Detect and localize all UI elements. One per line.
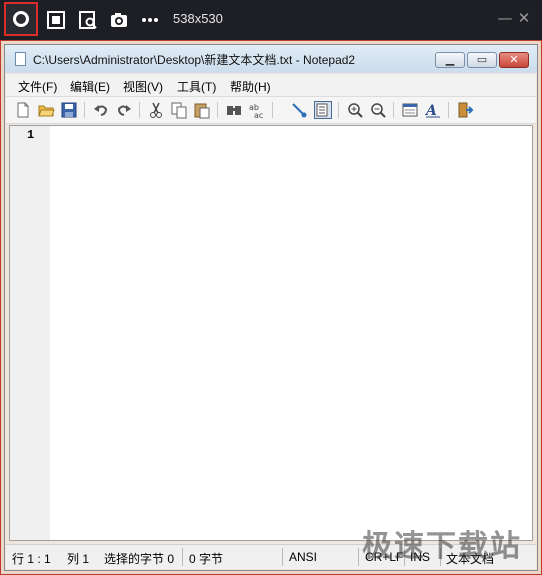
- line-number: 1: [27, 128, 35, 142]
- status-column: 列 1: [67, 552, 90, 566]
- menu-file[interactable]: 文件(F): [18, 78, 57, 95]
- menu-view[interactable]: 视图(V): [123, 78, 163, 95]
- maximize-glyph-icon: ▭: [476, 53, 488, 66]
- replace-icon[interactable]: ab ac: [248, 101, 266, 120]
- word-wrap-icon[interactable]: [290, 101, 308, 119]
- close-button[interactable]: ✕: [499, 52, 529, 68]
- undo-icon[interactable]: [92, 101, 110, 119]
- exit-icon[interactable]: [456, 101, 474, 119]
- zoom-out-icon[interactable]: [369, 101, 387, 119]
- find-icon[interactable]: [225, 101, 243, 119]
- toolbar-separator: [272, 102, 273, 118]
- minimize-icon[interactable]: —: [497, 10, 513, 26]
- window-title: C:\Users\Administrator\Desktop\新建文本文档.tx…: [33, 53, 356, 67]
- status-position: 行 1 : 1: [12, 552, 51, 566]
- site-watermark: 极速下载站: [362, 529, 522, 564]
- notepad2-window: C:\Users\Administrator\Desktop\新建文本文档.tx…: [0, 40, 542, 575]
- capture-toolbar: 538x530 — ✕: [0, 0, 542, 40]
- zoom-in-icon[interactable]: [346, 101, 364, 119]
- paste-icon[interactable]: [193, 101, 211, 119]
- status-selection: 选择的字节 0: [104, 552, 175, 566]
- toolbar-separator: [139, 102, 140, 118]
- menu-bar: 文件(F) 编辑(E) 视图(V) 工具(T) 帮助(H): [6, 74, 536, 97]
- capture-dimensions: 538x530: [173, 11, 223, 26]
- record-button[interactable]: [4, 2, 38, 36]
- svg-text:ac: ac: [254, 111, 263, 119]
- scheme-icon[interactable]: [401, 101, 419, 119]
- notepad-app-icon: [15, 52, 26, 66]
- maximize-button[interactable]: ▭: [467, 52, 497, 68]
- status-size: 0 字节: [189, 552, 224, 566]
- new-icon[interactable]: [14, 101, 32, 119]
- view-whitespace-icon[interactable]: [314, 101, 332, 119]
- close-icon[interactable]: ✕: [516, 10, 532, 26]
- toolbar-separator: [448, 102, 449, 118]
- menu-help[interactable]: 帮助(H): [230, 78, 271, 95]
- record-icon: [13, 11, 29, 27]
- minimize-glyph-icon: ▁: [445, 53, 455, 66]
- close-glyph-icon: ✕: [509, 53, 519, 66]
- minimize-button[interactable]: ▁: [435, 52, 465, 68]
- line-number-gutter: 1: [10, 126, 50, 540]
- redo-icon[interactable]: [115, 101, 133, 119]
- toolbar-separator: [338, 102, 339, 118]
- toolbar-separator: [393, 102, 394, 118]
- status-divider: [182, 548, 183, 566]
- status-divider: [358, 548, 359, 566]
- status-divider: [282, 548, 283, 566]
- save-icon[interactable]: [60, 101, 78, 119]
- toolbar-separator: [217, 102, 218, 118]
- window-body: C:\Users\Administrator\Desktop\新建文本文档.tx…: [4, 44, 538, 571]
- copy-icon[interactable]: [170, 101, 188, 119]
- menu-tools[interactable]: 工具(T): [177, 78, 216, 95]
- open-icon[interactable]: [37, 101, 55, 119]
- toolbar: ab ac A: [6, 97, 536, 124]
- camera-icon[interactable]: [109, 10, 129, 30]
- toolbar-separator: [84, 102, 85, 118]
- status-encoding: ANSI: [289, 550, 318, 564]
- title-bar[interactable]: C:\Users\Administrator\Desktop\新建文本文档.tx…: [5, 45, 537, 73]
- fullscreen-capture-icon[interactable]: [46, 10, 66, 30]
- font-icon[interactable]: A: [424, 101, 442, 119]
- cut-icon[interactable]: [147, 101, 165, 119]
- window-capture-icon[interactable]: [78, 10, 98, 30]
- more-icon[interactable]: [140, 10, 160, 30]
- text-editor[interactable]: 1: [9, 125, 533, 541]
- menu-edit[interactable]: 编辑(E): [70, 78, 110, 95]
